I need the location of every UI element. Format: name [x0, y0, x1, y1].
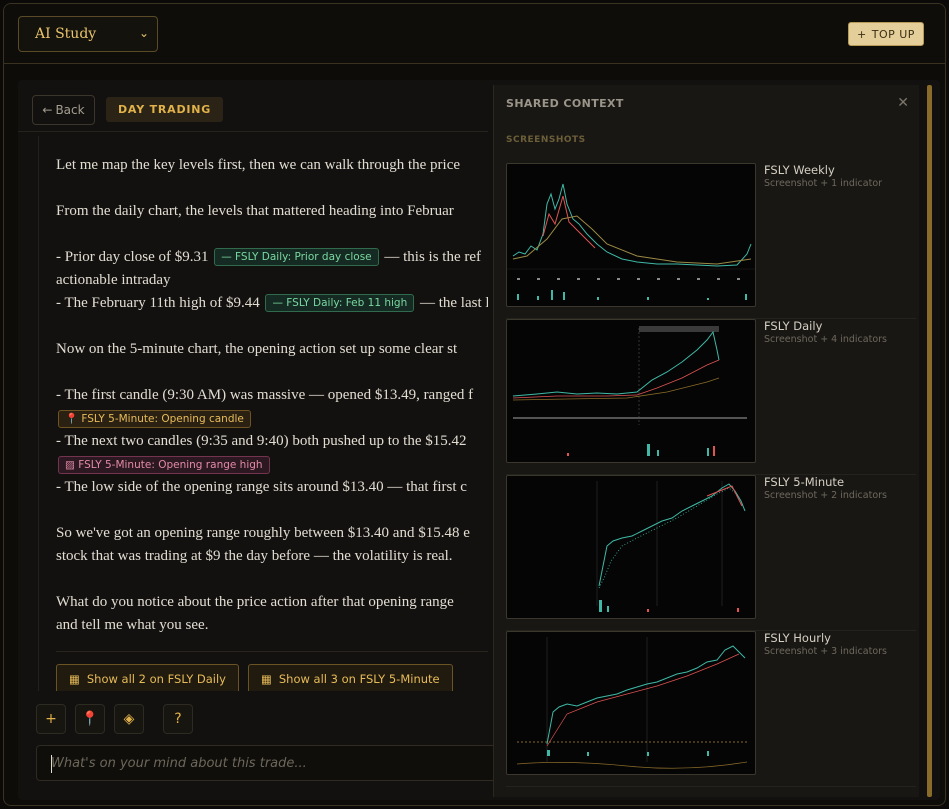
message-input[interactable]: What's on your mind about this trade... [36, 745, 506, 781]
message-text: — this is the ref [384, 249, 482, 265]
composer-toolbar: + 📍 ◈ ? [36, 704, 193, 734]
divider [56, 651, 488, 652]
back-label: Back [55, 103, 85, 117]
chart-thumbnail[interactable] [506, 475, 756, 619]
panel-title: SHARED CONTEXT [506, 97, 624, 110]
message-line: 📍 FSLY 5-Minute: Opening candle [56, 407, 488, 430]
add-attachment-button[interactable]: + [36, 704, 66, 734]
top-up-label: TOP UP [871, 27, 915, 41]
message-line: and tell me what you see. [56, 617, 209, 633]
plus-icon: + [45, 711, 57, 727]
close-icon[interactable]: ✕ [897, 95, 909, 111]
message-text: — the last l [419, 295, 488, 311]
topic-badge: DAY TRADING [106, 97, 224, 122]
message-line: stock that was trading at $9 the day bef… [56, 548, 453, 564]
top-up-button[interactable]: + TOP UP [848, 22, 924, 46]
plus-icon: + [857, 27, 867, 41]
message-line: - The low side of the opening range sits… [56, 479, 467, 495]
show-all-5min-button[interactable]: ▦ Show all 3 on FSLY 5-Minute [247, 664, 453, 691]
message-line: ▨ FSLY 5-Minute: Opening range high [56, 453, 488, 476]
help-button[interactable]: ? [163, 704, 193, 734]
screenshot-item[interactable]: FSLY Weekly Screenshot + 1 indicator [506, 163, 916, 319]
screenshot-subtitle: Screenshot + 4 indicators [764, 334, 887, 345]
screenshot-item[interactable]: FSLY Daily Screenshot + 4 indicators [506, 319, 916, 475]
message-line: actionable intraday [56, 272, 171, 288]
message-line: - The next two candles (9:35 and 9:40) b… [56, 433, 467, 449]
grid-icon: ▦ [69, 672, 80, 686]
message-input-placeholder: What's on your mind about this trade... [51, 755, 307, 771]
conversation-header: ← Back DAY TRADING [18, 80, 488, 132]
message-text: - Prior day close of $9.31 [56, 249, 209, 265]
top-bar: AI Study ⌄ + TOP UP [4, 4, 945, 64]
chart-thumbnail-image [596, 481, 746, 612]
chart-thumbnail-image [507, 183, 755, 300]
text-caret [51, 755, 52, 773]
arrow-left-icon: ← [42, 103, 53, 117]
chart-reference-tag[interactable]: 📍 FSLY 5-Minute: Opening candle [58, 409, 251, 428]
screenshot-name: FSLY Weekly [764, 163, 835, 177]
chart-thumbnail[interactable] [506, 319, 756, 463]
show-all-daily-button[interactable]: ▦ Show all 2 on FSLY Daily [56, 664, 239, 691]
question-icon: ? [174, 711, 182, 727]
back-button[interactable]: ← Back [32, 95, 95, 125]
message-line: What do you notice about the price actio… [56, 594, 454, 610]
chart-thumbnail[interactable] [506, 631, 756, 775]
show-all-buttons: ▦ Show all 2 on FSLY Daily ▦ Show all 3 … [56, 664, 453, 691]
app-window: AI Study ⌄ + TOP UP ← Back DAY TRADING L… [3, 3, 946, 806]
screenshot-name: FSLY Daily [764, 319, 823, 333]
chart-thumbnail[interactable] [506, 163, 756, 307]
screenshot-name: FSLY 5-Minute [764, 475, 845, 489]
panel-scrollbar[interactable] [927, 85, 932, 797]
shared-context-panel: SHARED CONTEXT ✕ SCREENSHOTS FSLY Weekly [493, 85, 919, 797]
message-line: - Prior day close of $9.31 — FSLY Daily:… [56, 246, 488, 269]
chart-thumbnail-image [512, 326, 747, 456]
pin-icon: 📍 [81, 711, 99, 727]
pin-button[interactable]: 📍 [75, 704, 105, 734]
screenshot-item[interactable]: FSLY 5-Minute Screenshot + 2 indicators [506, 475, 916, 631]
message-line: So we've got an opening range roughly be… [56, 525, 470, 541]
crypto-button[interactable]: ◈ [114, 704, 144, 734]
message-line: - The first candle (9:30 AM) was massive… [56, 387, 474, 403]
chat-transcript[interactable]: Let me map the key levels first, then we… [38, 136, 488, 691]
screenshot-item[interactable]: FSLY Hourly Screenshot + 3 indicators [506, 631, 916, 787]
model-select-value: AI Study [35, 26, 97, 42]
study-workspace: ← Back DAY TRADING Let me map the key le… [18, 80, 940, 800]
screenshot-subtitle: Screenshot + 2 indicators [764, 490, 887, 501]
message-paragraph: Let me map the key levels first, then we… [56, 157, 461, 173]
chart-reference-tag[interactable]: — FSLY Daily: Prior day close [214, 248, 379, 266]
message-paragraph: Now on the 5-minute chart, the opening a… [56, 341, 458, 357]
screenshot-subtitle: Screenshot + 1 indicator [764, 178, 883, 189]
message-paragraph: From the daily chart, the levels that ma… [56, 203, 454, 219]
grid-icon: ▦ [260, 672, 272, 686]
diamond-icon: ◈ [123, 711, 135, 727]
screenshot-subtitle: Screenshot + 3 indicators [764, 646, 887, 657]
chart-reference-tag[interactable]: ▨ FSLY 5-Minute: Opening range high [58, 455, 270, 474]
chart-reference-tag[interactable]: — FSLY Daily: Feb 11 high [265, 294, 415, 312]
chevron-down-icon: ⌄ [138, 26, 149, 40]
chart-thumbnail-image [516, 637, 748, 769]
section-label: SCREENSHOTS [506, 135, 586, 145]
show-all-5min-label: Show all 3 on FSLY 5-Minute [278, 672, 440, 686]
assistant-message: Let me map the key levels first, then we… [56, 154, 488, 637]
model-select[interactable]: AI Study ⌄ [18, 16, 158, 52]
message-text: - The February 11th high of $9.44 [56, 295, 260, 311]
show-all-daily-label: Show all 2 on FSLY Daily [86, 672, 226, 686]
message-line: - The February 11th high of $9.44 — FSLY… [56, 292, 488, 315]
screenshot-name: FSLY Hourly [764, 631, 831, 645]
